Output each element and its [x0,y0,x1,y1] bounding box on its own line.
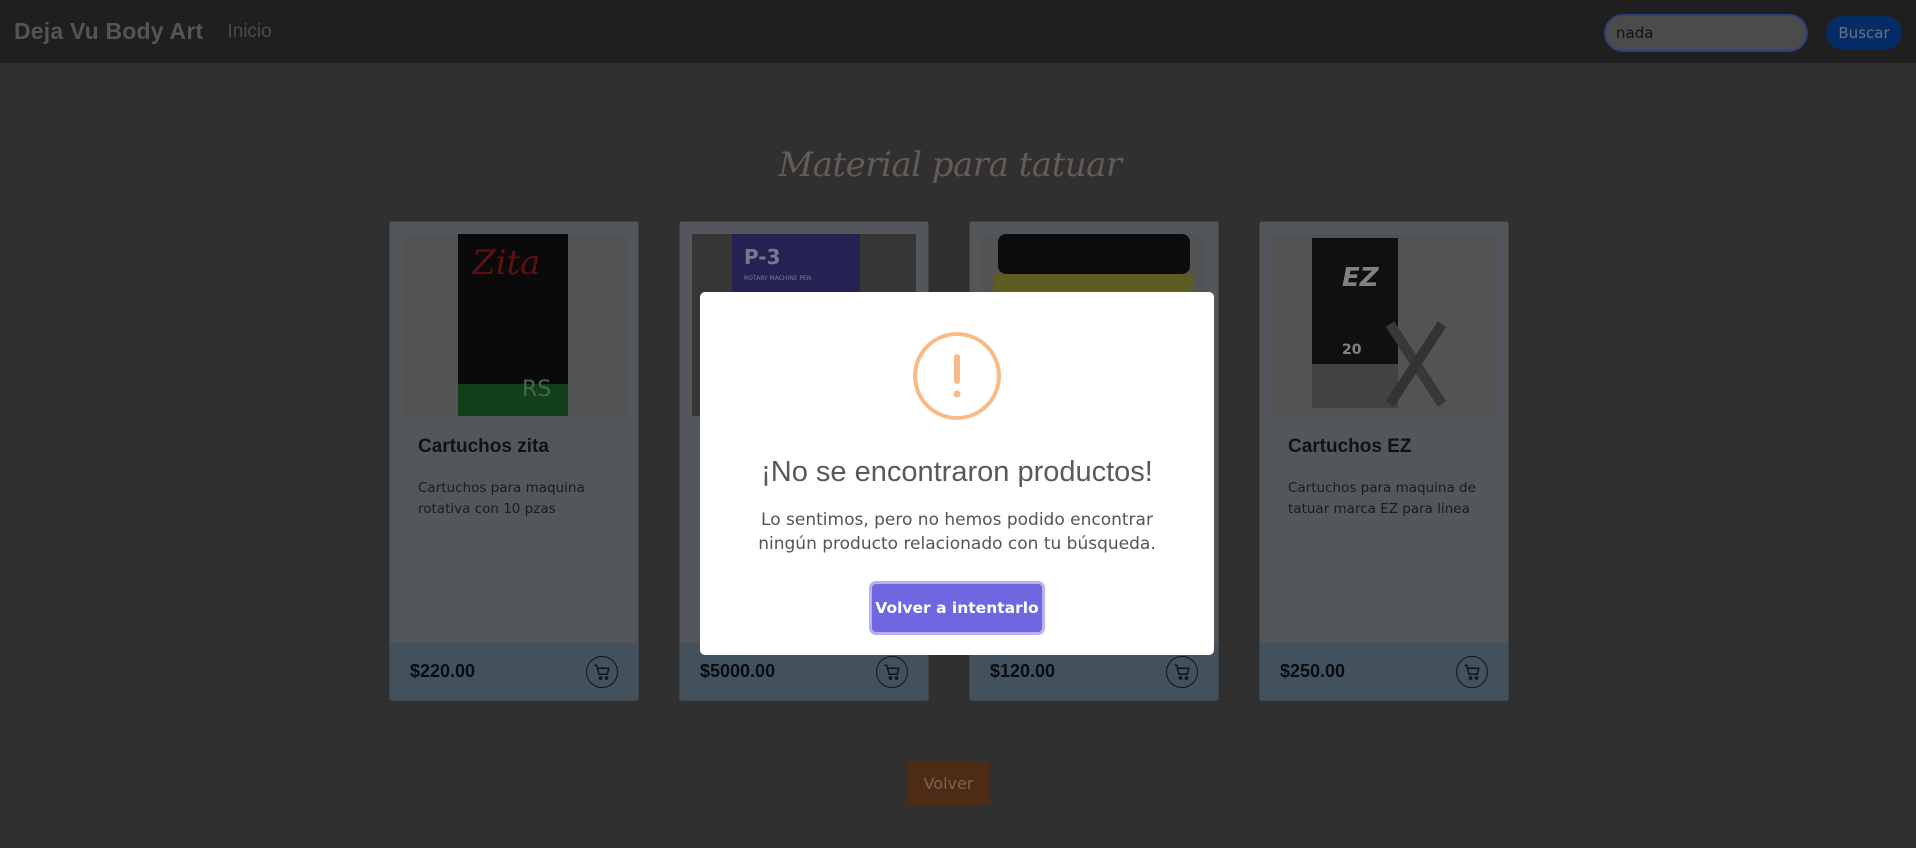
exclamation-icon [913,332,1001,420]
modal-title: ¡No se encontraron productos! [761,456,1153,488]
modal-message: Lo sentimos, pero no hemos podido encont… [758,510,1156,554]
retry-button[interactable]: Volver a intentarlo [872,584,1042,632]
no-results-modal: ¡No se encontraron productos! Lo sentimo… [700,292,1214,655]
